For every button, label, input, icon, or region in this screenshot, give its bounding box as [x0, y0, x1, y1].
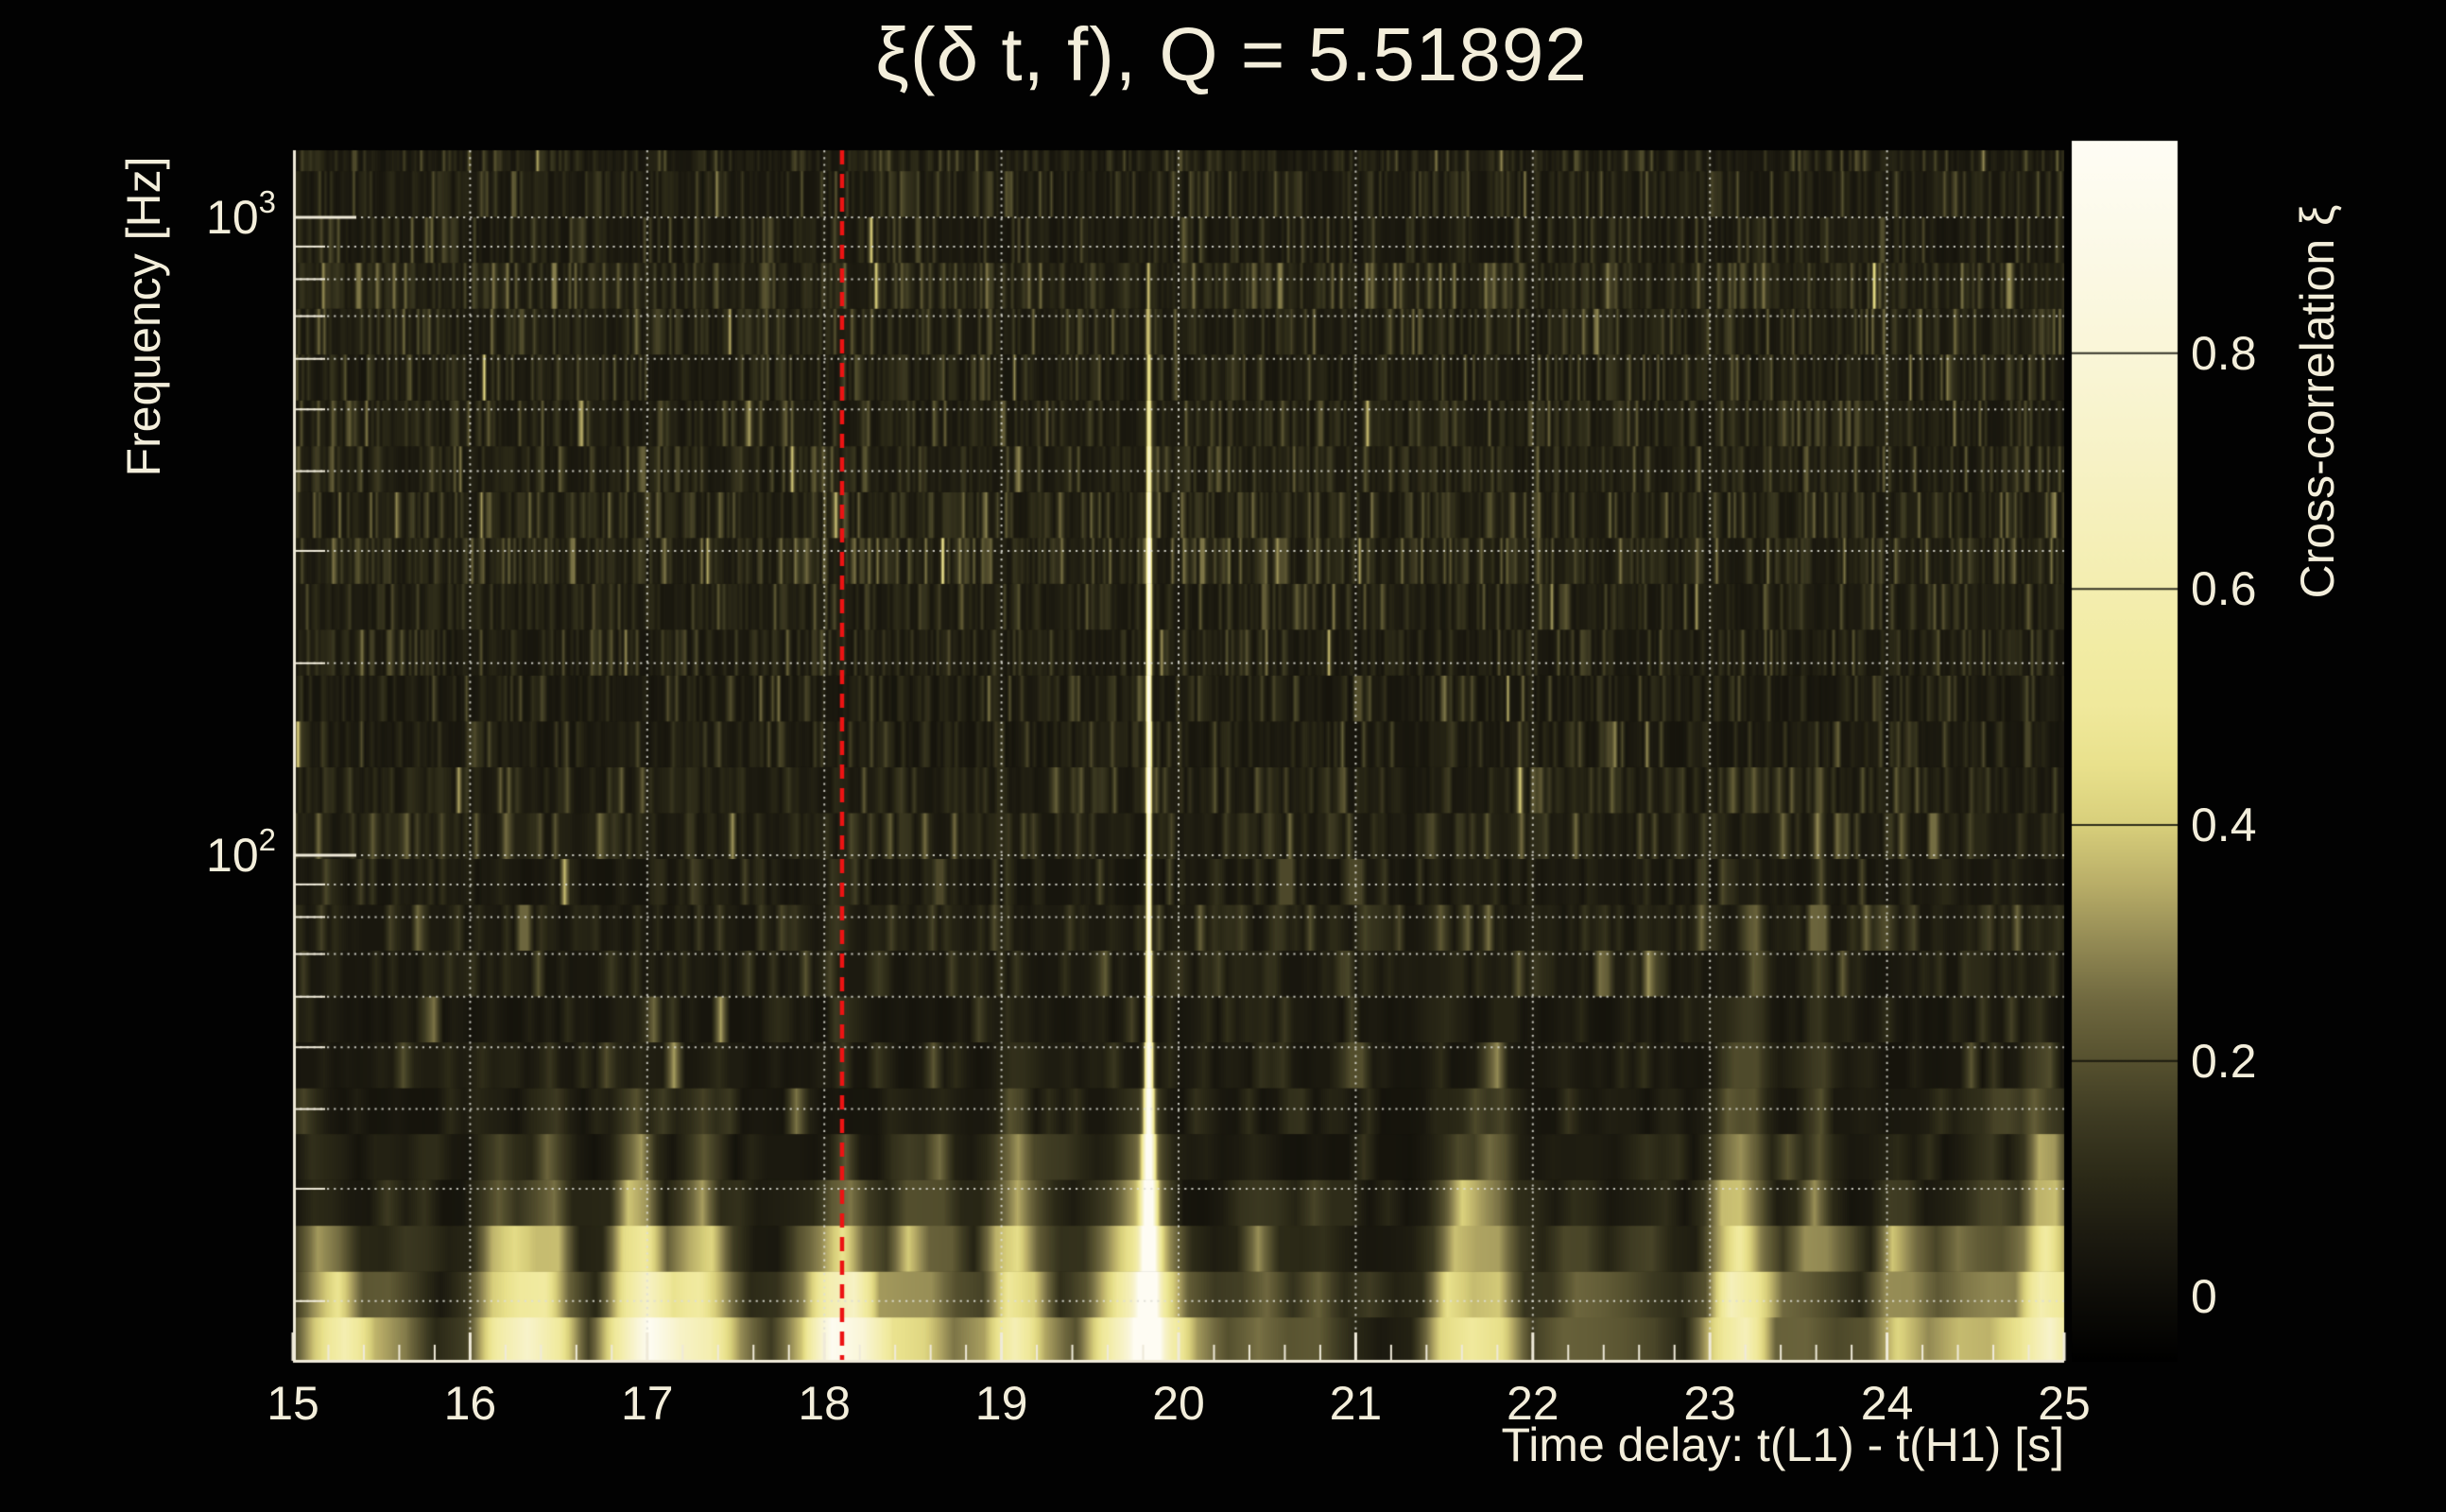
colorbar-tick-label: 0.4	[2191, 799, 2257, 852]
root-canvas-window: ξ(δ t, f), Q = 5.51892 Frequency [Hz] Ti…	[0, 0, 2446, 1512]
x-tick-label: 16	[443, 1377, 497, 1430]
plot-title: ξ(δ t, f), Q = 5.51892	[875, 12, 1588, 96]
x-tick-label: 17	[620, 1377, 674, 1430]
x-tick-label: 20	[1152, 1377, 1205, 1430]
colorbar-title: Cross-correlation ξ	[2291, 204, 2344, 599]
y-tick-label: 102	[206, 822, 276, 882]
colorbar-tick-label: 0.8	[2191, 326, 2257, 380]
x-tick-label: 23	[1683, 1377, 1736, 1430]
y-axis-title: Frequency [Hz]	[117, 156, 170, 477]
x-tick-label: 21	[1329, 1377, 1383, 1430]
x-tick-label: 25	[2038, 1377, 2091, 1430]
x-tick-label: 19	[974, 1377, 1028, 1430]
correlation-heatmap-canvas	[0, 0, 2446, 1512]
colorbar-tick-label: 0	[2191, 1270, 2217, 1324]
colorbar-tick-label: 0.6	[2191, 562, 2257, 616]
x-tick-label: 18	[798, 1377, 851, 1430]
x-tick-label: 22	[1506, 1377, 1559, 1430]
x-tick-label: 15	[267, 1377, 319, 1430]
colorbar-tick-label: 0.2	[2191, 1034, 2257, 1088]
x-axis-title: Time delay: t(L1) - t(H1) [s]	[1501, 1418, 2064, 1471]
y-tick-label: 103	[206, 184, 276, 244]
x-tick-label: 24	[1860, 1377, 1914, 1430]
